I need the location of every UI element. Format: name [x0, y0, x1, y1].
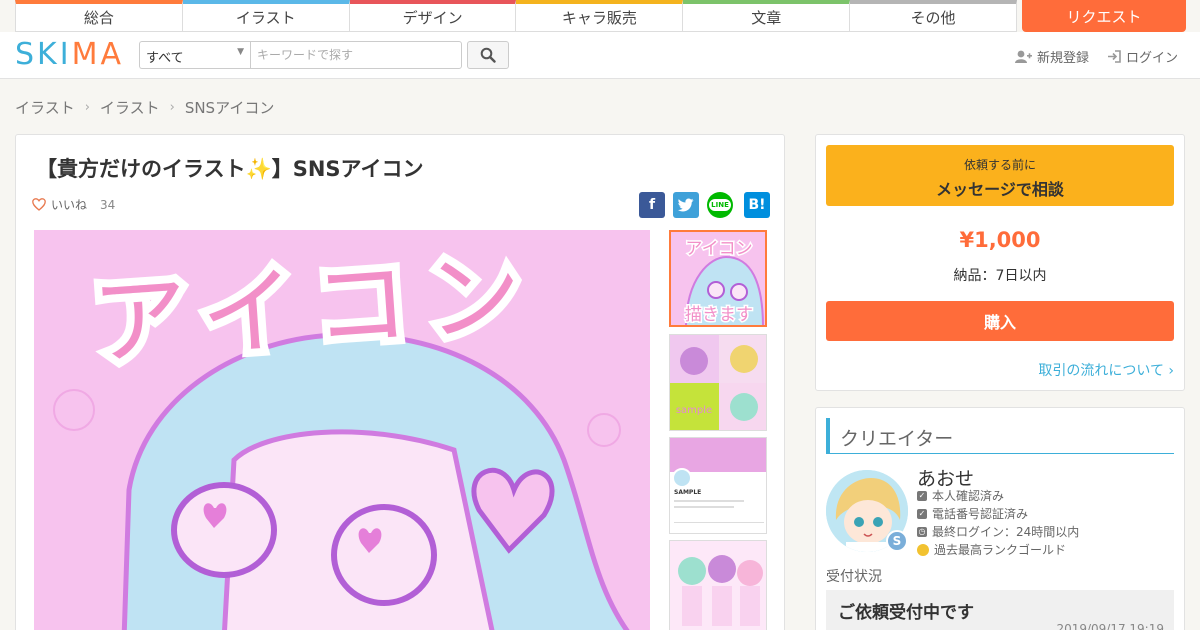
creator-stat-text: 過去最高ランクゴールド	[934, 543, 1067, 557]
category-tab-other[interactable]: その他	[850, 0, 1017, 32]
thumbnail-image	[670, 541, 766, 630]
thumbnail-image: アイコン 描きます	[671, 232, 765, 325]
request-button[interactable]: リクエスト	[1022, 0, 1186, 32]
chevron-right-icon: ›	[84, 100, 90, 115]
breadcrumb-item[interactable]: イラスト	[15, 97, 75, 118]
thumbnail-caption-bottom: 描きます	[685, 305, 753, 325]
register-link[interactable]: 新規登録	[1015, 47, 1089, 66]
hatena-icon: B!	[748, 197, 766, 213]
message-consult-button[interactable]: 依頼する前に メッセージで相談	[826, 145, 1174, 206]
order-card: 依頼する前に メッセージで相談 ¥1,000 納品：7日以内 購入 取引の流れに…	[815, 134, 1185, 391]
like-label: いいね	[51, 198, 88, 212]
sign-in-icon	[1108, 50, 1121, 63]
thumbnail-3[interactable]: SAMPLE	[669, 437, 767, 534]
product-title: 【貴方だけのイラスト✨】SNSアイコン	[36, 157, 424, 181]
thumbnail-2[interactable]: sample	[669, 334, 767, 431]
message-button-label: メッセージで相談	[936, 180, 1064, 199]
reception-date: 2019/09/17 19:19	[1056, 622, 1164, 630]
category-tab-writing[interactable]: 文章	[683, 0, 851, 32]
search-scope-value: すべて	[146, 51, 184, 66]
breadcrumb: イラスト › イラスト › SNSアイコン	[15, 97, 274, 118]
category-nav: 総合 イラスト デザイン キャラ販売 文章 その他	[15, 0, 1017, 32]
thumbnail-image: SAMPLE	[670, 438, 766, 533]
buy-button[interactable]: 購入	[826, 301, 1174, 341]
add-user-icon	[1015, 50, 1032, 63]
creator-stat: ◷ 最終ログイン：24時間以内	[917, 523, 1079, 540]
check-square-icon: ✓	[917, 490, 927, 501]
line-icon: LINE	[709, 199, 731, 211]
chevron-down-icon: ▼	[237, 47, 244, 57]
heart-icon	[32, 198, 46, 211]
login-link[interactable]: ログイン	[1107, 47, 1178, 66]
creator-stat: ✓ 本人確認済み	[917, 487, 1004, 504]
twitter-icon	[678, 198, 694, 212]
search-input[interactable]	[250, 41, 462, 69]
reception-status: ご依頼受付中です	[838, 603, 974, 623]
search-scope-select[interactable]: すべて ▼	[139, 41, 250, 69]
thumbnail-caption: sample	[676, 405, 712, 416]
price: ¥1,000	[959, 228, 1041, 252]
skima-logo[interactable]: SKIMA	[15, 37, 124, 72]
category-tab-design[interactable]: デザイン	[349, 0, 517, 32]
facebook-share-button[interactable]: f	[639, 192, 665, 218]
gold-medal-icon	[917, 543, 929, 556]
message-button-subtext: 依頼する前に	[963, 158, 1036, 172]
thumbnail-caption-top: アイコン	[685, 239, 752, 259]
delivery-time: 納品：7日以内	[953, 268, 1047, 284]
creator-card: クリエイター S あおせ ✓ 本人確認済み ✓ 電話番号認証済み ◷ 最終ログイ…	[815, 407, 1185, 630]
category-tab-general[interactable]: 総合	[15, 0, 183, 32]
category-tab-character[interactable]: キャラ販売	[516, 0, 684, 32]
like-count: 34	[100, 197, 116, 212]
creator-stat-text: 電話番号認証済み	[932, 507, 1029, 521]
twitter-share-button[interactable]	[673, 192, 699, 218]
main-illustration: アイコン	[34, 230, 650, 630]
login-label: ログイン	[1126, 51, 1179, 66]
creator-stat-text: 本人確認済み	[932, 489, 1005, 503]
transaction-flow-link[interactable]: 取引の流れについて ›	[1038, 360, 1174, 380]
category-tab-illust[interactable]: イラスト	[182, 0, 350, 32]
creator-heading: クリエイター	[826, 418, 1174, 454]
reception-label: 受付状況	[826, 569, 882, 585]
product-card: 【貴方だけのイラスト✨】SNSアイコン いいね 34 f LINE B! アイコ…	[15, 134, 785, 630]
creator-stat-text: 最終ログイン：24時間以内	[932, 525, 1080, 539]
thumbnail-1[interactable]: アイコン 描きます	[669, 230, 767, 327]
search-button[interactable]	[467, 41, 509, 69]
line-share-button[interactable]: LINE	[707, 192, 733, 218]
creator-stat: 過去最高ランクゴールド	[917, 541, 1066, 558]
chevron-right-icon: ›	[169, 100, 175, 115]
creator-stat: ✓ 電話番号認証済み	[917, 505, 1028, 522]
breadcrumb-item[interactable]: SNSアイコン	[185, 97, 275, 118]
thumbnail-image: sample	[670, 335, 766, 430]
thumbnail-caption: SAMPLE	[674, 489, 701, 496]
rank-badge: S	[886, 530, 908, 552]
product-main-image[interactable]: アイコン	[34, 230, 650, 630]
search-icon	[480, 47, 496, 63]
check-square-icon: ✓	[917, 508, 927, 519]
register-label: 新規登録	[1037, 51, 1090, 66]
thumbnail-4[interactable]	[669, 540, 767, 630]
clock-icon: ◷	[917, 526, 927, 537]
reception-status-box: ご依頼受付中です 2019/09/17 19:19	[826, 590, 1174, 630]
breadcrumb-item[interactable]: イラスト	[100, 97, 160, 118]
hatena-share-button[interactable]: B!	[744, 192, 770, 218]
like-button[interactable]: いいね 34	[32, 196, 115, 213]
site-header: SKIMA すべて ▼ 新規登録 ログイン	[0, 32, 1200, 79]
facebook-icon: f	[648, 197, 656, 213]
